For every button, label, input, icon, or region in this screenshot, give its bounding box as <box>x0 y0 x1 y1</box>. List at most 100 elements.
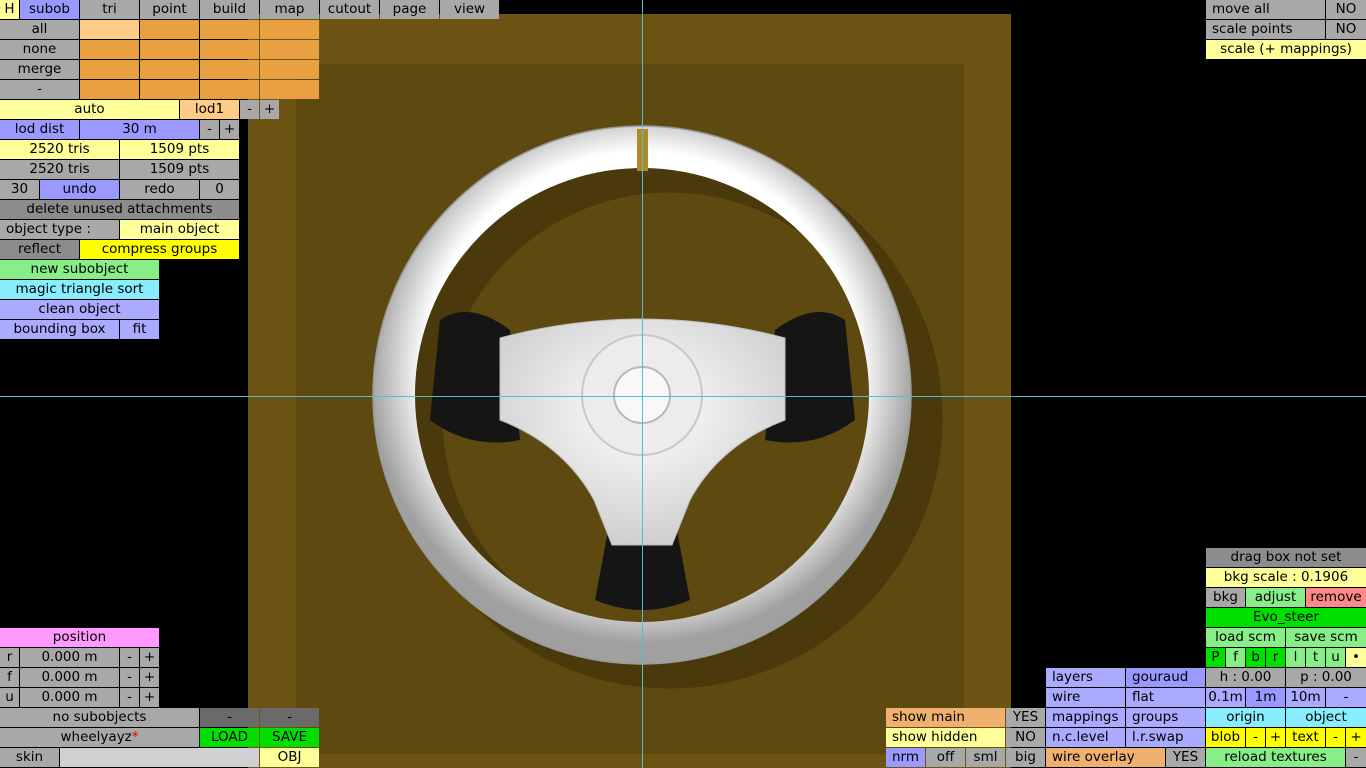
position-f-increment[interactable]: + <box>140 668 159 687</box>
tab-view[interactable]: view <box>440 0 499 19</box>
remove-button[interactable]: remove <box>1306 588 1366 607</box>
step-10m-button[interactable]: 10m <box>1286 688 1325 707</box>
show-hidden-toggle[interactable]: NO <box>1006 728 1045 747</box>
nc-level-button[interactable]: n.c.level <box>1046 728 1125 747</box>
tab-subob[interactable]: subob <box>20 0 79 19</box>
file-name[interactable]: wheelyayz* <box>0 728 199 747</box>
view-r-button[interactable]: r <box>1266 648 1285 667</box>
tab-build[interactable]: build <box>200 0 259 19</box>
subob-slot[interactable] <box>260 60 319 79</box>
subob-slot[interactable] <box>80 40 139 59</box>
subob-slot[interactable] <box>260 40 319 59</box>
origin-button[interactable]: origin <box>1206 708 1285 727</box>
lod-dist-decrement[interactable]: - <box>200 120 219 139</box>
reload-textures-button[interactable]: reload textures <box>1206 748 1345 767</box>
view-u-button[interactable]: u <box>1326 648 1345 667</box>
scale-points-toggle[interactable]: NO <box>1326 20 1366 39</box>
tab-cutout[interactable]: cutout <box>320 0 379 19</box>
reload-minus-button[interactable]: - <box>1346 748 1366 767</box>
subob-slot[interactable] <box>80 80 139 99</box>
sml-button[interactable]: sml <box>966 748 1005 767</box>
text-decrement[interactable]: - <box>1326 728 1345 747</box>
position-r-decrement[interactable]: - <box>120 648 139 667</box>
blob-increment[interactable]: + <box>1266 728 1285 747</box>
load-scm-button[interactable]: load scm <box>1206 628 1285 647</box>
lod-dist-increment[interactable]: + <box>220 120 239 139</box>
subob-slot[interactable] <box>260 20 319 39</box>
nrm-button[interactable]: nrm <box>886 748 925 767</box>
minus-button[interactable]: - <box>0 80 79 99</box>
subob-slot[interactable] <box>140 60 199 79</box>
h-toggle-button[interactable]: H <box>0 0 19 19</box>
wire-button[interactable]: wire <box>1046 688 1125 707</box>
adjust-button[interactable]: adjust <box>1246 588 1305 607</box>
clean-object-button[interactable]: clean object <box>0 300 159 319</box>
off-button[interactable]: off <box>926 748 965 767</box>
lr-swap-button[interactable]: l.r.swap <box>1126 728 1205 747</box>
object-button[interactable]: object <box>1286 708 1366 727</box>
position-u-value[interactable]: 0.000 m <box>20 688 119 707</box>
tab-map[interactable]: map <box>260 0 319 19</box>
move-all-toggle[interactable]: NO <box>1326 0 1366 19</box>
position-u-decrement[interactable]: - <box>120 688 139 707</box>
tab-point[interactable]: point <box>140 0 199 19</box>
undo-button[interactable]: undo <box>40 180 119 199</box>
save-scm-button[interactable]: save scm <box>1286 628 1366 647</box>
position-u-increment[interactable]: + <box>140 688 159 707</box>
pitch-value[interactable]: p : 0.00 <box>1286 668 1366 687</box>
lod-increment-button[interactable]: + <box>260 100 279 119</box>
redo-button[interactable]: redo <box>120 180 199 199</box>
subob-slot[interactable] <box>200 80 259 99</box>
subobject-minus-button-2[interactable]: - <box>260 708 319 727</box>
compress-groups-button[interactable]: compress groups <box>80 240 239 259</box>
obj-button[interactable]: OBJ <box>260 748 319 767</box>
blob-decrement[interactable]: - <box>1246 728 1265 747</box>
view-dot-button[interactable]: • <box>1346 648 1366 667</box>
bounding-box-button[interactable]: bounding box <box>0 320 119 339</box>
lod-name[interactable]: lod1 <box>180 100 239 119</box>
heading-value[interactable]: h : 0.00 <box>1206 668 1285 687</box>
wire-overlay-toggle[interactable]: YES <box>1166 748 1205 767</box>
view-t-button[interactable]: t <box>1306 648 1325 667</box>
reflect-button[interactable]: reflect <box>0 240 79 259</box>
skin-button[interactable]: skin <box>0 748 59 767</box>
lod-dist-value[interactable]: 30 m <box>80 120 199 139</box>
subob-slot[interactable] <box>80 20 139 39</box>
subob-slot[interactable] <box>260 80 319 99</box>
select-all-button[interactable]: all <box>0 20 79 39</box>
select-none-button[interactable]: none <box>0 40 79 59</box>
subob-slot[interactable] <box>80 60 139 79</box>
step-01m-button[interactable]: 0.1m <box>1206 688 1245 707</box>
view-p-button[interactable]: P <box>1206 648 1225 667</box>
subob-slot[interactable] <box>140 40 199 59</box>
tab-page[interactable]: page <box>380 0 439 19</box>
new-subobject-button[interactable]: new subobject <box>0 260 159 279</box>
text-increment[interactable]: + <box>1346 728 1366 747</box>
position-r-value[interactable]: 0.000 m <box>20 648 119 667</box>
scale-mappings-button[interactable]: scale (+ mappings) <box>1206 40 1366 59</box>
subob-slot[interactable] <box>140 20 199 39</box>
view-b-button[interactable]: b <box>1246 648 1265 667</box>
bkg-scale[interactable]: bkg scale : 0.1906 <box>1206 568 1366 587</box>
delete-unused-attachments-button[interactable]: delete unused attachments <box>0 200 239 219</box>
step-1m-button[interactable]: 1m <box>1246 688 1285 707</box>
merge-button[interactable]: merge <box>0 60 79 79</box>
tab-tri[interactable]: tri <box>80 0 139 19</box>
lod-decrement-button[interactable]: - <box>240 100 259 119</box>
flat-button[interactable]: flat <box>1126 688 1205 707</box>
position-f-decrement[interactable]: - <box>120 668 139 687</box>
subobject-minus-button[interactable]: - <box>200 708 259 727</box>
subob-slot[interactable] <box>200 20 259 39</box>
save-button[interactable]: SAVE <box>260 728 319 747</box>
lod-auto-button[interactable]: auto <box>0 100 179 119</box>
groups-button[interactable]: groups <box>1126 708 1205 727</box>
bkg-button[interactable]: bkg <box>1206 588 1245 607</box>
load-button[interactable]: LOAD <box>200 728 259 747</box>
skin-field[interactable] <box>60 748 259 767</box>
magic-triangle-sort-button[interactable]: magic triangle sort <box>0 280 159 299</box>
object-type-select[interactable]: main object <box>120 220 239 239</box>
show-main-toggle[interactable]: YES <box>1006 708 1045 727</box>
view-l-button[interactable]: l <box>1286 648 1305 667</box>
gouraud-button[interactable]: gouraud <box>1126 668 1205 687</box>
mappings-button[interactable]: mappings <box>1046 708 1125 727</box>
